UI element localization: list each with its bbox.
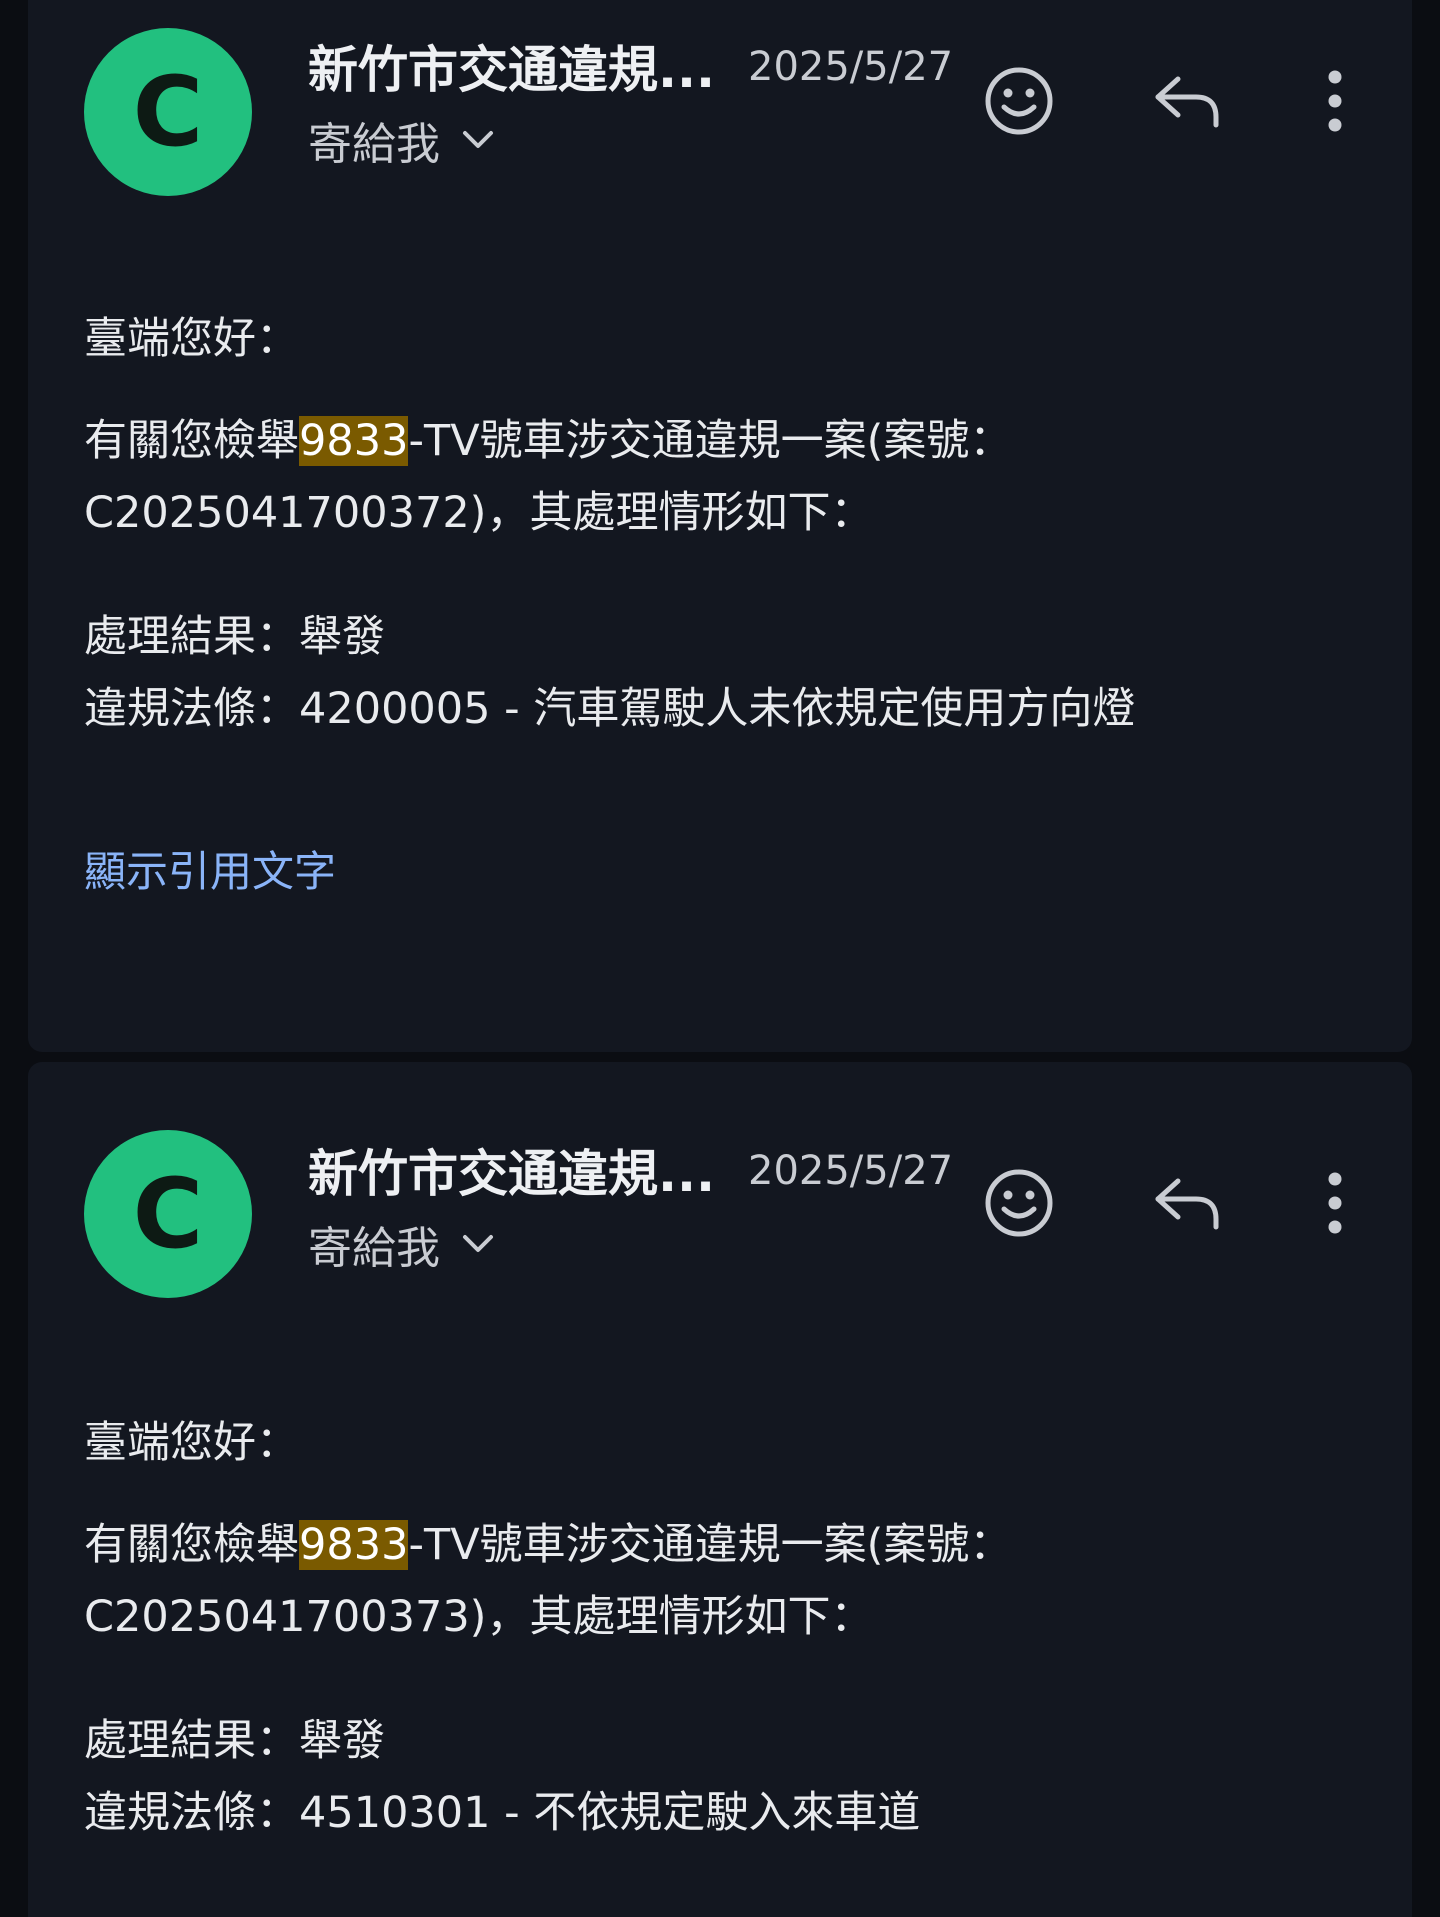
reply-icon xyxy=(1155,1178,1219,1230)
body-text: -TV號車涉交通違規一案(案號： xyxy=(408,416,1013,466)
more-vert-icon xyxy=(1328,1172,1342,1234)
more-vert-icon xyxy=(1328,70,1342,132)
recipient-label: 寄給我 xyxy=(308,1223,440,1274)
reply-icon xyxy=(1155,76,1219,128)
more-options-button[interactable] xyxy=(1290,56,1380,146)
recipient-toggle[interactable]: 寄給我 xyxy=(308,1212,494,1276)
smiley-icon xyxy=(985,67,1053,135)
body-text: -TV號車涉交通違規一案(案號： xyxy=(408,1520,1013,1570)
add-reaction-button[interactable] xyxy=(974,56,1064,146)
sender-name[interactable]: 新竹市交通違規... xyxy=(308,1134,715,1206)
email-message-2: C 新竹市交通違規... 2025/5/27 寄給我 臺端您好： 有關您檢舉98… xyxy=(28,1062,1412,1917)
greeting: 臺端您好： xyxy=(84,1418,299,1468)
greeting: 臺端您好： xyxy=(84,314,299,364)
reply-button[interactable] xyxy=(1142,1158,1232,1248)
sender-avatar[interactable]: C xyxy=(84,1130,252,1298)
avatar-letter: C xyxy=(132,1158,204,1270)
more-options-button[interactable] xyxy=(1290,1158,1380,1248)
body-line-2: C2025041700373)，其處理情形如下： xyxy=(84,1592,874,1642)
recipient-toggle[interactable]: 寄給我 xyxy=(308,108,494,172)
email-message-1: C 新竹市交通違規... 2025/5/27 寄給我 臺端您好： 有關您檢舉98… xyxy=(28,0,1412,1052)
law-line: 違規法條：4200005 - 汽車駕駛人未依規定使用方向燈 xyxy=(84,684,1136,734)
chevron-down-icon xyxy=(463,131,493,148)
body-text: 有關您檢舉 xyxy=(84,1520,299,1570)
chevron-down-icon xyxy=(463,1235,493,1252)
law-line: 違規法條：4510301 - 不依規定駛入來車道 xyxy=(84,1788,921,1838)
add-reaction-button[interactable] xyxy=(974,1158,1064,1248)
sender-avatar[interactable]: C xyxy=(84,28,252,196)
email-date: 2025/5/27 xyxy=(748,44,954,90)
sender-name[interactable]: 新竹市交通違規... xyxy=(308,30,715,102)
result-line: 處理結果：舉發 xyxy=(84,612,385,662)
show-quoted-text-link[interactable]: 顯示引用文字 xyxy=(84,838,336,899)
reply-button[interactable] xyxy=(1142,56,1232,146)
body-line-2: C2025041700372)，其處理情形如下： xyxy=(84,488,874,538)
recipient-label: 寄給我 xyxy=(308,119,440,170)
search-highlight: 9833 xyxy=(299,1520,409,1570)
email-thread: C 新竹市交通違規... 2025/5/27 寄給我 臺端您好： 有關您檢舉98… xyxy=(0,0,1440,1917)
avatar-letter: C xyxy=(132,56,204,168)
search-highlight: 9833 xyxy=(299,416,409,466)
body-text: 有關您檢舉 xyxy=(84,416,299,466)
smiley-icon xyxy=(985,1169,1053,1237)
email-date: 2025/5/27 xyxy=(748,1148,954,1194)
result-line: 處理結果：舉發 xyxy=(84,1716,385,1766)
body-line-1: 有關您檢舉9833-TV號車涉交通違規一案(案號： xyxy=(84,1520,1012,1572)
body-line-1: 有關您檢舉9833-TV號車涉交通違規一案(案號： xyxy=(84,416,1012,468)
